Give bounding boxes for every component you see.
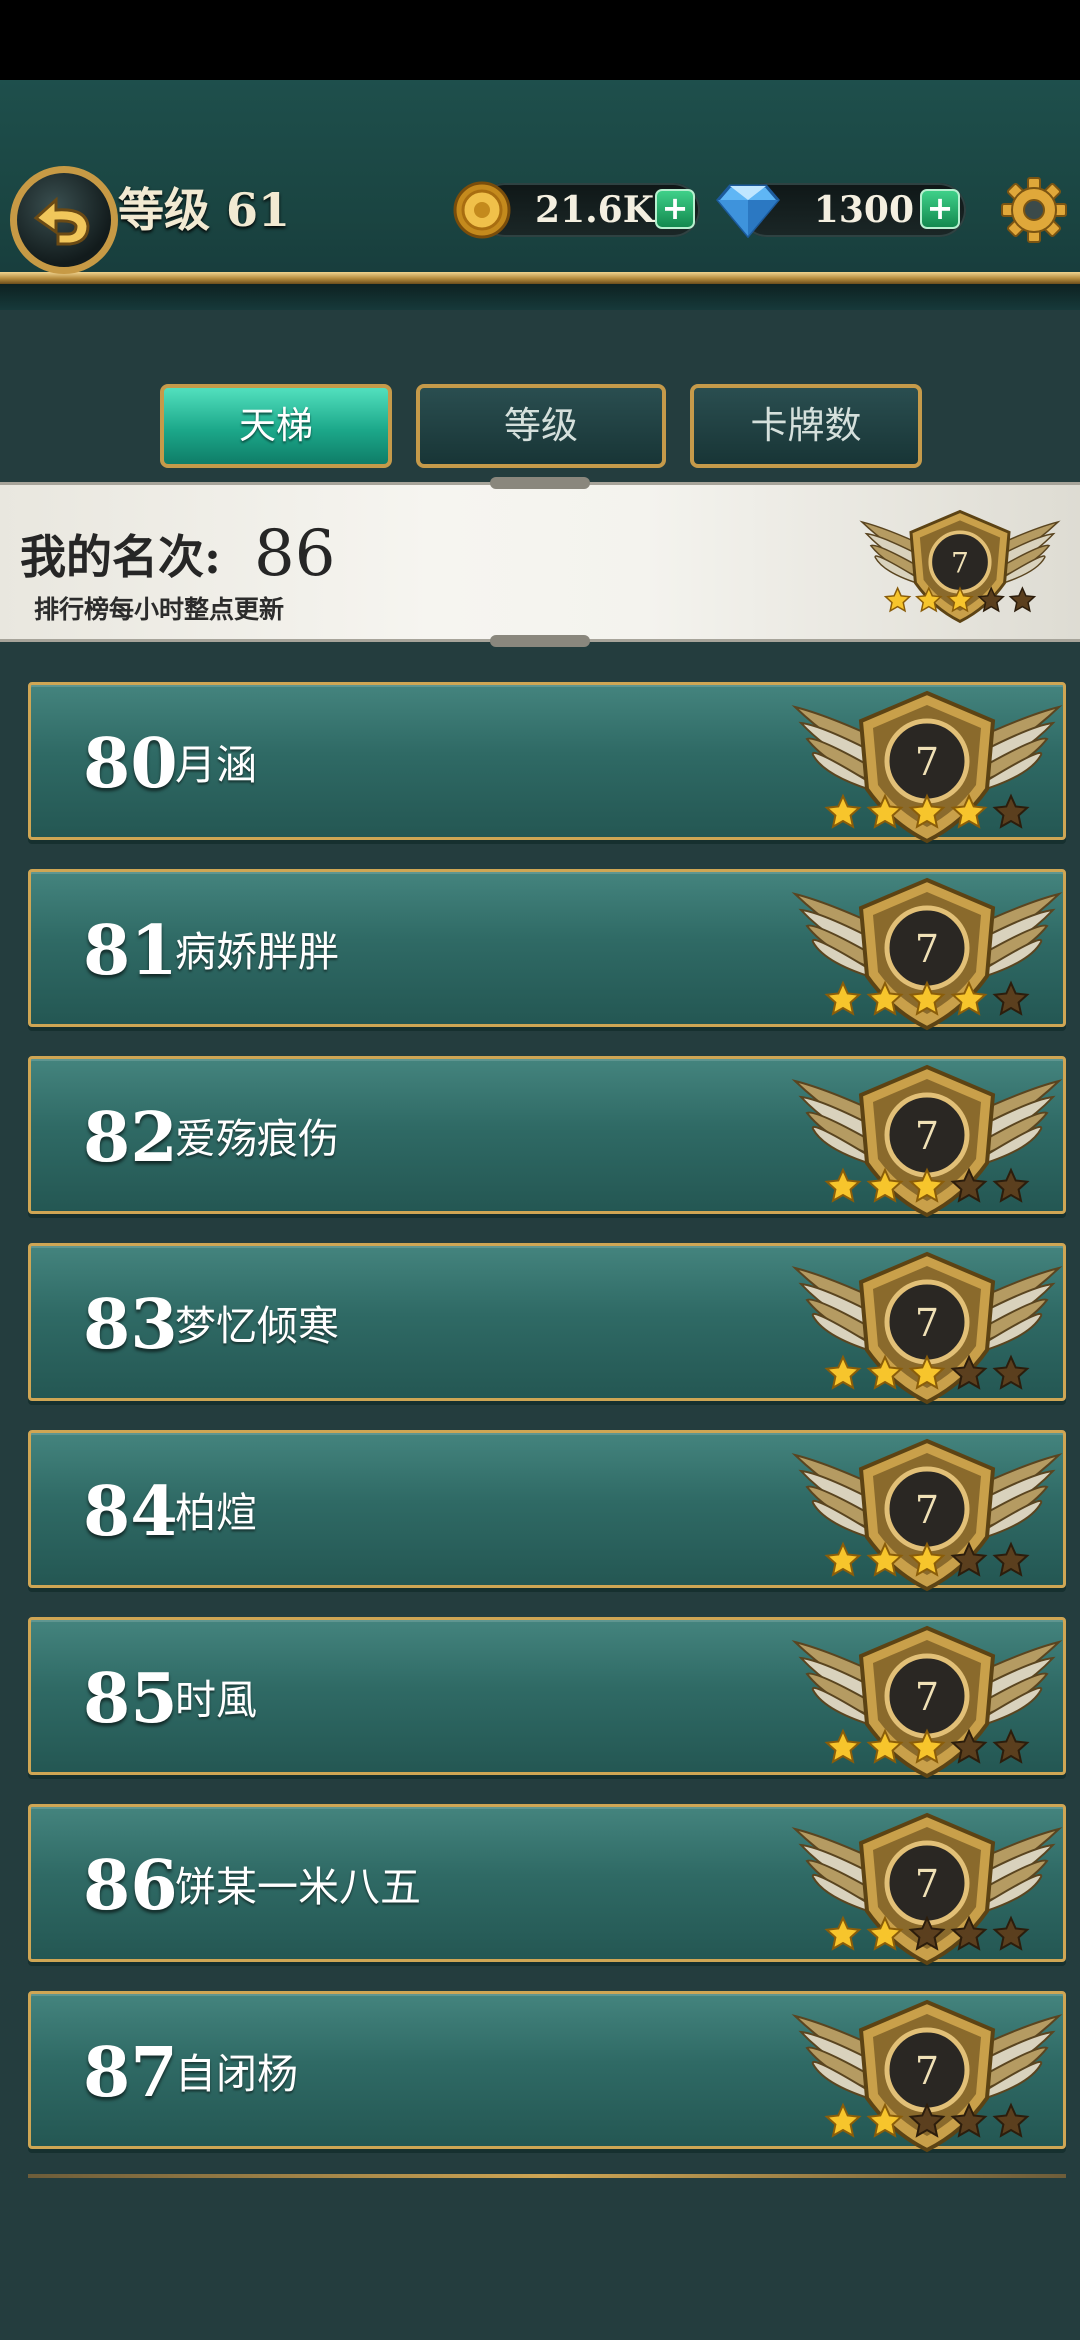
leaderboard-row[interactable]: 85 时風 7 — [28, 1617, 1066, 1779]
row-player-name: 病娇胖胖 — [175, 928, 339, 976]
star-empty-icon — [992, 1915, 1030, 1951]
star-empty-icon — [992, 1354, 1030, 1390]
top-bar-shadow — [0, 284, 1080, 310]
player-level: 等级 61 — [118, 183, 291, 237]
back-arrow-icon — [33, 196, 90, 246]
banner-ornament-top — [490, 477, 590, 489]
leaderboard-row[interactable]: 87 自闭杨 7 — [28, 1991, 1066, 2153]
coin-amount: 21.6K — [535, 189, 654, 231]
star-empty-icon — [992, 2102, 1030, 2138]
leaderboard-row[interactable]: 80 月涵 7 — [28, 682, 1066, 844]
star-empty-icon — [992, 1167, 1030, 1203]
my-rank-badge-icon: 7 — [859, 509, 1061, 624]
add-coins-button[interactable]: + — [655, 189, 695, 229]
star-empty-icon — [992, 1541, 1030, 1577]
star-filled-icon — [824, 1354, 862, 1390]
tab-ladder[interactable]: 天梯 — [160, 384, 392, 468]
row-rank-number: 86 — [83, 1846, 178, 1926]
star-filled-icon — [824, 2102, 862, 2138]
star-filled-icon — [824, 793, 862, 829]
star-filled-icon — [824, 1167, 862, 1203]
star-empty-icon — [1008, 586, 1037, 613]
tab-card-count[interactable]: 卡牌数 — [690, 384, 922, 468]
star-filled-icon — [824, 1915, 862, 1951]
rank-badge-icon: 7 — [791, 1251, 1063, 1405]
rank-badge-icon: 7 — [791, 1438, 1063, 1592]
tab-level[interactable]: 等级 — [416, 384, 666, 468]
add-gems-button[interactable]: + — [920, 189, 960, 229]
rank-badge-icon: 7 — [791, 690, 1063, 844]
leaderboard-row[interactable]: 82 爱殇痕伤 7 — [28, 1056, 1066, 1218]
row-rank-number: 87 — [83, 2033, 178, 2113]
my-rank-value: 86 — [254, 517, 336, 591]
row-player-name: 饼某一米八五 — [175, 1863, 421, 1911]
star-empty-icon — [992, 980, 1030, 1016]
row-player-name: 柏煊 — [175, 1489, 257, 1537]
badge-rank-number: 7 — [951, 546, 969, 579]
row-rank-number: 80 — [83, 724, 178, 804]
row-rank-number: 84 — [83, 1472, 178, 1552]
list-bottom-border — [28, 2174, 1066, 2178]
star-filled-icon — [824, 1728, 862, 1764]
leaderboard-row[interactable]: 83 梦忆倾寒 7 — [28, 1243, 1066, 1405]
star-empty-icon — [992, 793, 1030, 829]
rank-badge-icon: 7 — [791, 877, 1063, 1031]
row-rank-number: 83 — [83, 1285, 178, 1365]
leaderboard-row[interactable]: 81 病娇胖胖 7 — [28, 869, 1066, 1031]
status-bar — [0, 0, 1080, 80]
badge-rank-number: 7 — [915, 1301, 939, 1345]
leaderboard-row[interactable]: 84 柏煊 7 — [28, 1430, 1066, 1592]
row-player-name: 梦忆倾寒 — [175, 1302, 339, 1350]
badge-rank-number: 7 — [915, 740, 939, 784]
leaderboard-row[interactable]: 86 饼某一米八五 7 — [28, 1804, 1066, 1966]
rank-badge-icon: 7 — [791, 1064, 1063, 1218]
rank-badge-icon: 7 — [791, 1812, 1063, 1966]
star-filled-icon — [883, 586, 912, 613]
gem-icon — [716, 184, 780, 238]
row-player-name: 月涵 — [175, 741, 257, 789]
row-player-name: 时風 — [175, 1676, 257, 1724]
badge-rank-number: 7 — [915, 2049, 939, 2093]
top-bar-trim — [0, 272, 1080, 284]
rank-badge-icon: 7 — [791, 1999, 1063, 2153]
badge-rank-number: 7 — [915, 1675, 939, 1719]
row-rank-number: 81 — [83, 911, 178, 991]
badge-rank-number: 7 — [915, 1862, 939, 1906]
rank-badge-icon: 7 — [791, 1625, 1063, 1779]
row-rank-number: 85 — [83, 1659, 178, 1739]
row-player-name: 爱殇痕伤 — [175, 1115, 339, 1163]
coin-icon — [453, 181, 511, 239]
my-rank-label: 我的名次: — [20, 530, 221, 584]
badge-rank-number: 7 — [915, 1114, 939, 1158]
row-player-name: 自闭杨 — [175, 2050, 298, 2098]
gem-amount: 1300 — [813, 189, 914, 231]
back-button[interactable] — [10, 166, 118, 274]
badge-rank-number: 7 — [915, 927, 939, 971]
star-filled-icon — [824, 1541, 862, 1577]
star-empty-icon — [992, 1728, 1030, 1764]
star-filled-icon — [824, 980, 862, 1016]
gear-icon[interactable] — [1000, 176, 1068, 244]
row-rank-number: 82 — [83, 1098, 178, 1178]
update-note: 排行榜每小时整点更新 — [34, 595, 285, 624]
banner-ornament-bottom — [490, 635, 590, 647]
badge-rank-number: 7 — [915, 1488, 939, 1532]
